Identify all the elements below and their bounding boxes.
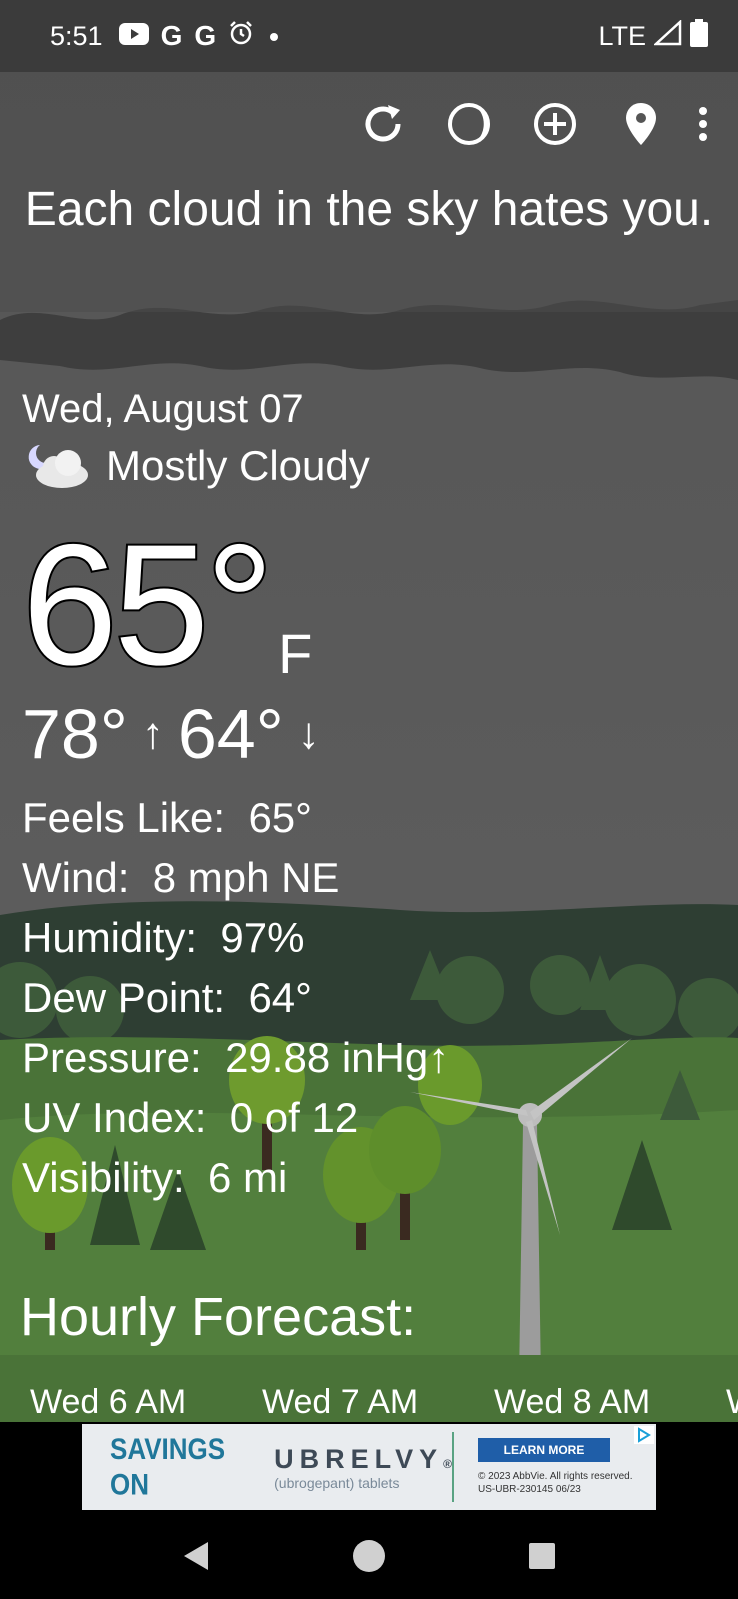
battery-icon [690,18,708,54]
back-button[interactable] [166,1526,226,1586]
detail-humidity: Humidity: 97% [22,914,305,961]
network-type: LTE [598,20,646,51]
more-options-button[interactable] [688,95,718,153]
ad-cta-area: LEARN MORE © 2023 AbbVie. All rights res… [454,1438,633,1496]
down-arrow-icon: ↓ [297,709,320,758]
alarm-icon [228,20,254,53]
recents-icon [528,1542,555,1569]
hourly-forecast-strip[interactable]: Wed 6 AM Wed 7 AM Wed 8 AM W [0,1372,738,1422]
moon-phase-icon [448,103,490,145]
youtube-icon [118,21,149,52]
home-icon [352,1539,385,1572]
refresh-icon [365,105,401,142]
location-pin-icon [626,103,656,145]
hour-item[interactable]: Wed 7 AM [262,1372,418,1422]
hour-item[interactable]: W [726,1372,738,1422]
partly-cloudy-night-icon [28,445,88,488]
ad-legal-text: © 2023 AbbVie. All rights reserved. US-U… [478,1471,633,1495]
status-time: 5:51 [50,20,103,51]
moon-phase-button[interactable] [440,95,498,153]
hour-item[interactable]: Wed 8 AM [494,1372,650,1422]
ad-brand-subtitle: (ubrogepant) tablets [274,1474,400,1491]
condition-row: Mostly Cloudy [22,441,722,491]
detail-pressure: Pressure: 29.88 inHg↑ [22,1034,450,1081]
location-button[interactable] [612,95,670,153]
ad-learn-more-button[interactable]: LEARN MORE [478,1438,610,1462]
home-button[interactable] [339,1526,399,1586]
current-date: Wed, August 07 [22,387,304,431]
more-options-icon [699,107,707,141]
detail-wind: Wind: 8 mph NE [22,854,340,901]
high-low-row: 78° ↑ 64° ↓ [22,694,320,774]
current-conditions: Wed, August 07 Mostly Cloudy [22,385,722,491]
status-bar: 5:51 G G LTE [0,0,738,72]
google-icon: G [160,20,183,51]
google-icon: G [194,20,217,51]
temperature-unit: F [278,622,313,685]
signal-icon [652,18,682,53]
add-location-button[interactable] [526,95,584,153]
high-temperature: 78° [22,695,128,773]
system-navigation-bar [0,1512,738,1599]
back-icon [184,1541,209,1570]
recents-button[interactable] [512,1526,572,1586]
temperature-row: 65° F [20,509,313,701]
ad-banner-area: SAVINGS ON UBRELVY® (ubrogepant) tablets… [0,1422,738,1512]
app-toolbar [326,96,738,152]
status-right: LTE [598,18,708,54]
detail-feels-like: Feels Like: 65° [22,794,312,841]
weather-screen: 5:51 G G LTE Each cloud in the sky hates… [0,0,738,1599]
hour-item[interactable]: Wed 6 AM [30,1372,186,1422]
hourly-forecast-title: Hourly Forecast: [20,1287,417,1347]
current-temperature: 65° [20,509,276,701]
weather-details: Feels Like: 65° Wind: 8 mph NE Humidity:… [22,788,449,1208]
condition-text: Mostly Cloudy [106,442,370,489]
add-location-icon [534,103,576,145]
detail-dew-point: Dew Point: 64° [22,974,312,1021]
weather-quote: Each cloud in the sky hates you. [24,183,714,236]
detail-uv-index: UV Index: 0 of 12 [22,1094,359,1141]
ad-brand: UBRELVY® (ubrogepant) tablets [274,1444,452,1491]
ad-headline: SAVINGS ON [110,1431,226,1502]
ad-brand-area: SAVINGS ON UBRELVY® (ubrogepant) tablets [82,1424,452,1510]
ad-brand-name: UBRELVY® [274,1443,452,1474]
ad-banner[interactable]: SAVINGS ON UBRELVY® (ubrogepant) tablets… [82,1424,656,1510]
ad-choices-icon[interactable] [634,1426,654,1444]
up-arrow-icon: ↑ [141,709,164,758]
refresh-button[interactable] [354,95,412,153]
low-temperature: 64° [177,695,284,773]
status-left: 5:51 G G [50,20,282,53]
detail-visibility: Visibility: 6 mi [22,1154,288,1201]
dot-icon [266,21,282,52]
